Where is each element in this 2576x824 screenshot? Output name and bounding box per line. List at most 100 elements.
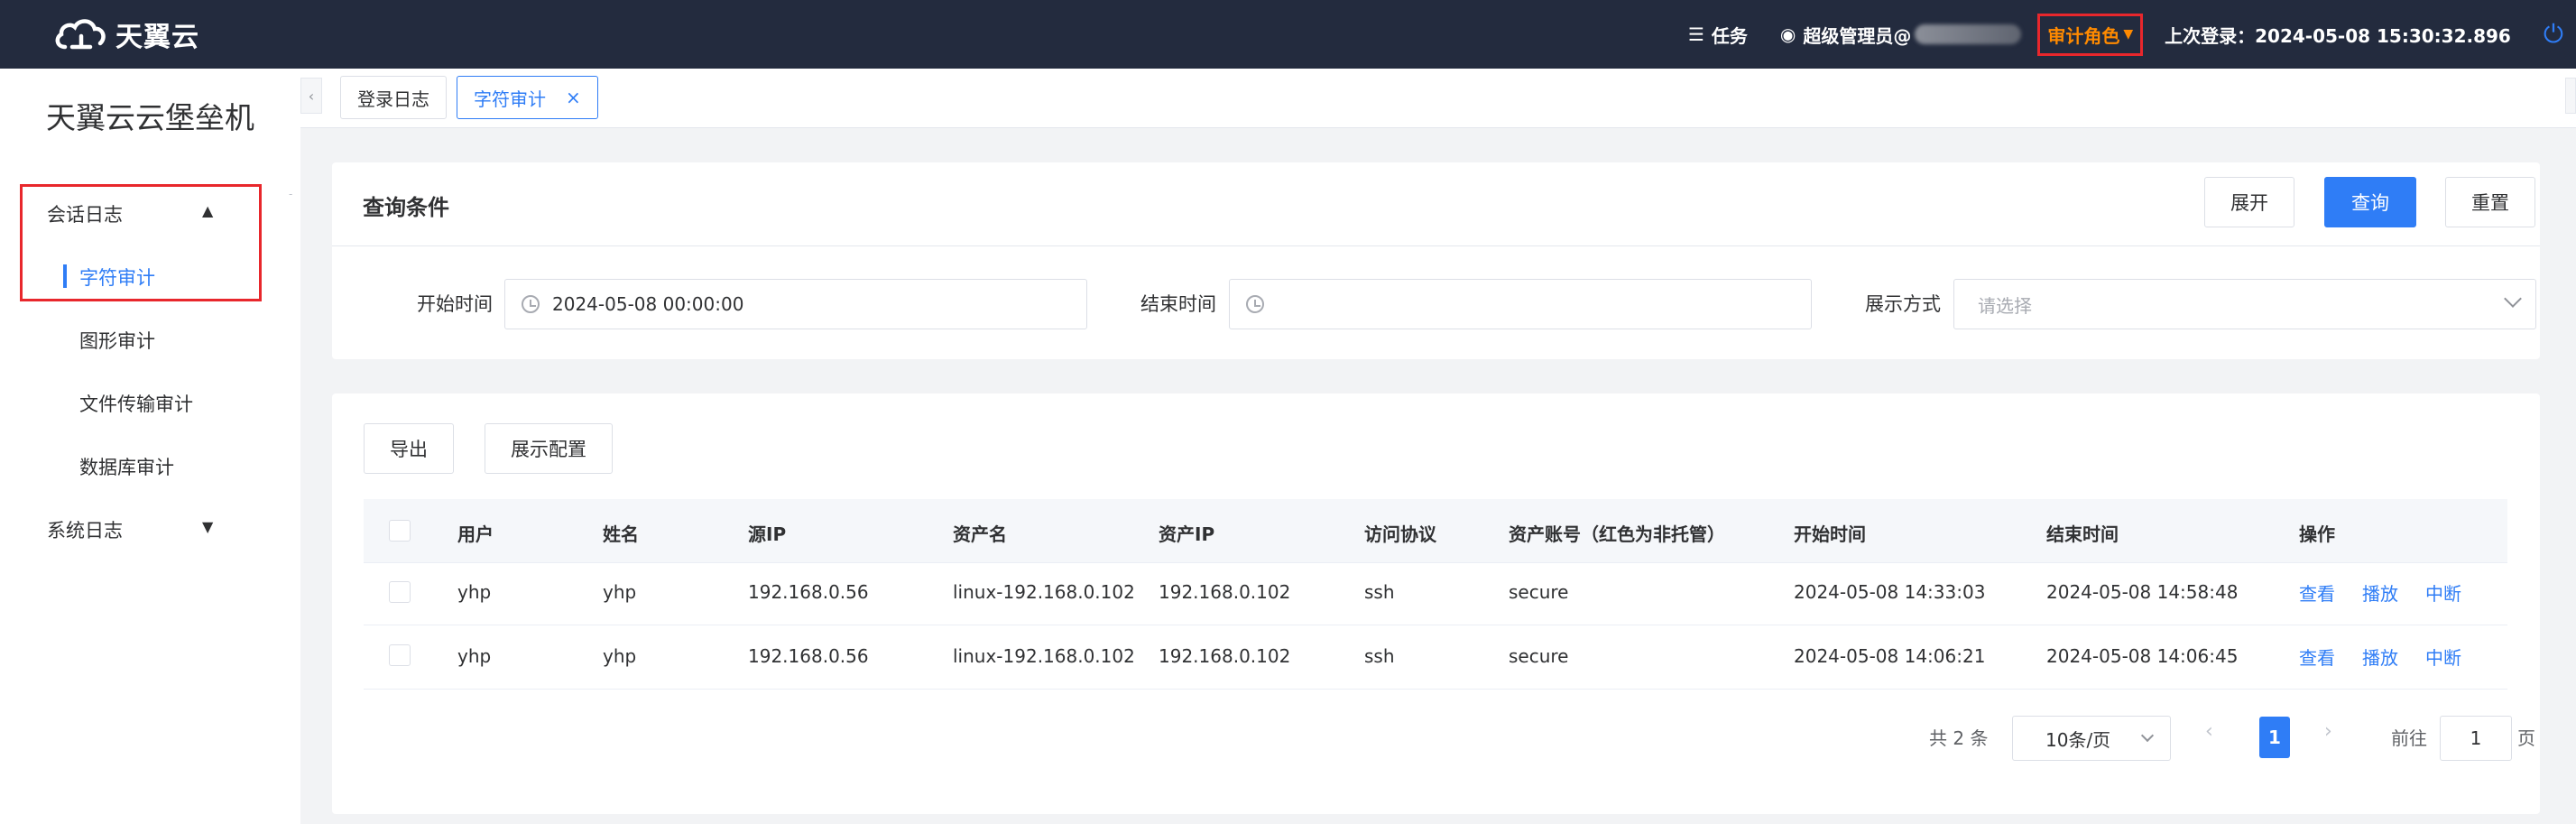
nav-group-session-log[interactable]: 会话日志 bbox=[47, 200, 123, 227]
reset-button[interactable]: 重置 bbox=[2445, 177, 2535, 227]
user-icon: ◉ bbox=[1779, 23, 1796, 45]
caret-up-icon[interactable]: ▲ bbox=[202, 202, 213, 219]
display-mode-select[interactable]: 请选择 bbox=[1953, 279, 2536, 329]
search-button[interactable]: 查询 bbox=[2324, 177, 2416, 227]
cell-source-ip: 192.168.0.56 bbox=[748, 645, 869, 667]
nav-group-system-log[interactable]: 系统日志 bbox=[47, 516, 123, 543]
nav-item-file-transfer-audit[interactable]: 文件传输审计 bbox=[79, 390, 193, 417]
collapse-dot-icon[interactable]: ‐ bbox=[289, 188, 294, 200]
cell-end-time: 2024-05-08 14:06:45 bbox=[2046, 645, 2239, 667]
power-icon[interactable]: ⏻ bbox=[2544, 19, 2563, 50]
row-checkbox[interactable] bbox=[389, 644, 411, 666]
goto-label: 前往 bbox=[2391, 727, 2427, 749]
clock-icon bbox=[1246, 295, 1264, 313]
list-icon: ☰ bbox=[1687, 23, 1704, 45]
nav-item-database-audit[interactable]: 数据库审计 bbox=[79, 453, 174, 480]
column-header: 资产账号（红色为非托管） bbox=[1509, 523, 1725, 545]
end-time-label: 结束时间 bbox=[1140, 293, 1216, 315]
last-login-text: 上次登录：2024-05-08 15:30:32.896 bbox=[2165, 24, 2511, 47]
tab-label: 登录日志 bbox=[357, 88, 429, 110]
column-header: 操作 bbox=[2299, 523, 2335, 545]
redacted-username bbox=[1915, 24, 2022, 44]
cloud-logo-icon bbox=[55, 19, 106, 50]
admin-label: 超级管理员@ bbox=[1803, 24, 1912, 47]
expand-button[interactable]: 展开 bbox=[2204, 177, 2294, 227]
cell-asset-name: linux-192.168.0.102 bbox=[953, 645, 1135, 667]
cell-name: yhp bbox=[603, 645, 637, 667]
column-header: 用户 bbox=[457, 523, 494, 545]
display-config-button[interactable]: 展示配置 bbox=[485, 423, 613, 474]
chevron-left-icon[interactable]: ‹ bbox=[300, 78, 322, 114]
cell-source-ip: 192.168.0.56 bbox=[748, 581, 869, 603]
divider bbox=[332, 245, 2540, 246]
play-link[interactable]: 播放 bbox=[2362, 579, 2398, 606]
play-link[interactable]: 播放 bbox=[2362, 643, 2398, 670]
select-all-checkbox[interactable] bbox=[389, 520, 411, 542]
page-suffix: 页 bbox=[2517, 727, 2535, 749]
close-icon[interactable]: × bbox=[566, 87, 581, 108]
column-header: 源IP bbox=[748, 523, 787, 545]
prev-page-icon[interactable]: ‹ bbox=[2205, 720, 2213, 743]
interrupt-link[interactable]: 中断 bbox=[2425, 643, 2461, 670]
cell-start-time: 2024-05-08 14:33:03 bbox=[1794, 581, 1986, 603]
nav-item-char-audit[interactable]: 字符审计 bbox=[79, 264, 155, 291]
role-label: 审计角色 bbox=[2047, 24, 2120, 47]
cell-account: secure bbox=[1509, 645, 1569, 667]
interrupt-link[interactable]: 中断 bbox=[2425, 579, 2461, 606]
start-time-value: 2024-05-08 00:00:00 bbox=[552, 293, 744, 315]
column-header: 资产IP bbox=[1159, 523, 1215, 545]
column-header: 开始时间 bbox=[1794, 523, 1866, 545]
column-header: 姓名 bbox=[603, 523, 639, 545]
tab-char-audit[interactable]: 字符审计 × bbox=[457, 76, 598, 119]
nav-item-graphic-audit[interactable]: 图形审计 bbox=[79, 327, 155, 354]
export-button[interactable]: 导出 bbox=[364, 423, 454, 474]
view-link[interactable]: 查看 bbox=[2299, 579, 2335, 606]
role-dropdown[interactable]: 审计角色 ▼ bbox=[2037, 13, 2144, 56]
chevron-right-icon[interactable] bbox=[2565, 78, 2576, 114]
cell-name: yhp bbox=[603, 581, 637, 603]
tab-label: 字符审计 bbox=[474, 88, 546, 110]
page-size-select[interactable]: 10条/页 bbox=[2012, 716, 2171, 761]
next-page-icon[interactable]: › bbox=[2324, 720, 2332, 743]
goto-page-input[interactable]: 1 bbox=[2440, 716, 2512, 761]
column-header: 访问协议 bbox=[1364, 523, 1436, 545]
page-number-button[interactable]: 1 bbox=[2259, 717, 2290, 758]
system-title: 天翼云云堡垒机 bbox=[46, 100, 254, 135]
row-checkbox[interactable] bbox=[389, 581, 411, 603]
cell-user: yhp bbox=[457, 645, 492, 667]
cell-protocol: ssh bbox=[1364, 645, 1395, 667]
row-divider bbox=[364, 562, 2507, 563]
view-link[interactable]: 查看 bbox=[2299, 643, 2335, 670]
column-header: 资产名 bbox=[953, 523, 1007, 545]
cell-user: yhp bbox=[457, 581, 492, 603]
tabs-bar: ‹ 登录日志 字符审计 × bbox=[300, 69, 2576, 128]
chevron-down-icon bbox=[2140, 728, 2155, 743]
display-mode-label: 展示方式 bbox=[1865, 293, 1941, 315]
logo[interactable]: 天翼云 bbox=[52, 14, 199, 54]
tasks-label: 任务 bbox=[1711, 24, 1748, 47]
clock-icon bbox=[522, 295, 540, 313]
tab-login-log[interactable]: 登录日志 bbox=[340, 76, 447, 119]
cell-start-time: 2024-05-08 14:06:21 bbox=[1794, 645, 1986, 667]
table-card: 导出 展示配置 用户 姓名 源IP 资产名 资产IP 访问协议 资产账号（红色为… bbox=[332, 393, 2540, 814]
chevron-down-icon bbox=[2504, 290, 2522, 308]
cell-account: secure bbox=[1509, 581, 1569, 603]
user-menu[interactable]: ◉ 超级管理员@ bbox=[1779, 22, 2022, 48]
cell-protocol: ssh bbox=[1364, 581, 1395, 603]
logo-text: 天翼云 bbox=[115, 22, 199, 53]
end-time-input[interactable] bbox=[1229, 279, 1812, 329]
start-time-label: 开始时间 bbox=[417, 293, 493, 315]
display-mode-placeholder: 请选择 bbox=[1978, 294, 2032, 317]
start-time-input[interactable]: 2024-05-08 00:00:00 bbox=[504, 279, 1087, 329]
total-count: 共 2 条 bbox=[1929, 727, 1989, 749]
caret-down-icon[interactable]: ▼ bbox=[202, 518, 213, 535]
top-right-area: ☰ 任务 ◉ 超级管理员@ 审计角色 ▼ 上次登录：2024-05-08 15:… bbox=[1688, 0, 2576, 69]
top-bar: 天翼云 ☰ 任务 ◉ 超级管理员@ 审计角色 ▼ 上次登录：2024-05-08… bbox=[0, 0, 2576, 69]
cell-asset-name: linux-192.168.0.102 bbox=[953, 581, 1135, 603]
active-indicator bbox=[63, 264, 67, 288]
sidebar: 天翼云云堡垒机 ‐ 会话日志 ▲ 字符审计 图形审计 文件传输审计 数据库审计 … bbox=[0, 69, 300, 824]
page-size-value: 10条/页 bbox=[2045, 728, 2111, 751]
query-card: 查询条件 展开 查询 重置 开始时间 2024-05-08 00:00:00 结… bbox=[332, 162, 2540, 359]
tasks-button[interactable]: ☰ 任务 bbox=[1688, 22, 1748, 48]
query-title: 查询条件 bbox=[363, 195, 449, 220]
